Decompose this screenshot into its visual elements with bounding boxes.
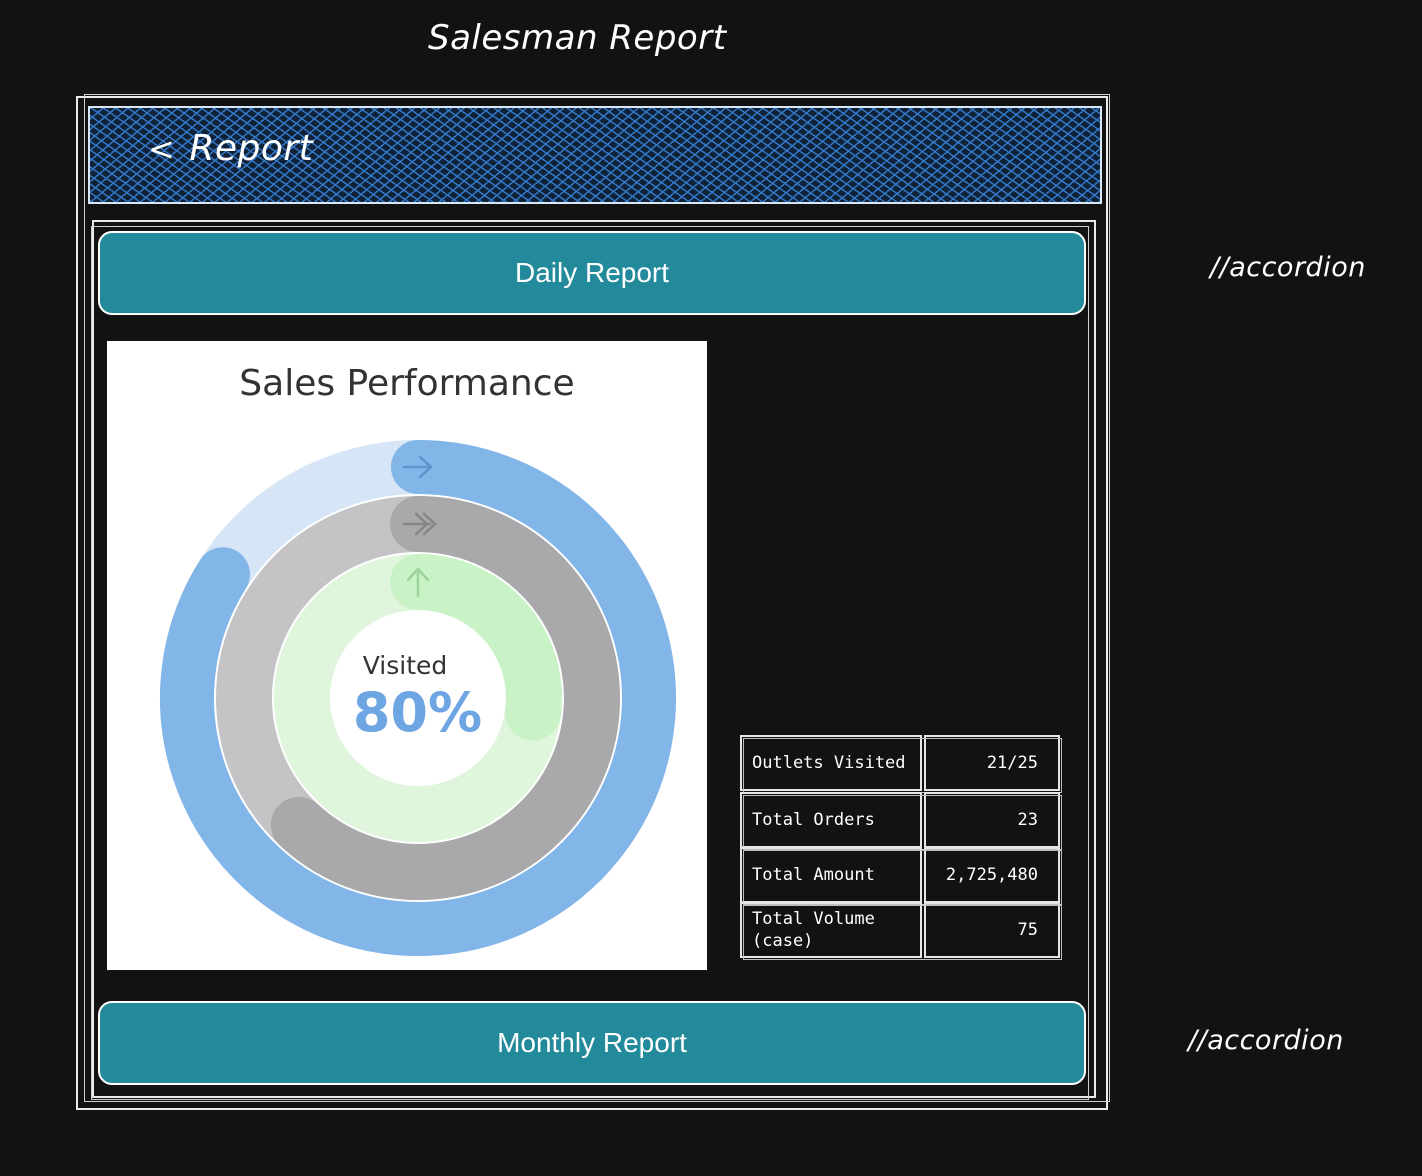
stat-label: Total Volume (case) bbox=[740, 902, 922, 958]
back-button[interactable]: < Report bbox=[148, 128, 313, 169]
daily-accordion-annotation: //accordion bbox=[1210, 252, 1366, 283]
stat-label: Total Amount bbox=[740, 847, 922, 903]
monthly-report-label: Monthly Report bbox=[497, 1027, 687, 1058]
stat-value: 2,725,480 bbox=[924, 847, 1060, 903]
stat-value: 75 bbox=[924, 902, 1060, 958]
chart-title: Sales Performance bbox=[239, 363, 575, 404]
chevron-left-icon: < bbox=[148, 129, 176, 168]
center-value: 80% bbox=[352, 681, 483, 744]
stat-label: Total Orders bbox=[740, 792, 922, 848]
stat-value: 23 bbox=[924, 792, 1060, 848]
monthly-report-accordion[interactable]: Monthly Report bbox=[98, 1001, 1086, 1085]
stat-row: Total Amount 2,725,480 bbox=[740, 847, 1062, 905]
page-title: Salesman Report bbox=[428, 18, 727, 58]
center-label: Visited bbox=[362, 651, 448, 680]
stat-label: Outlets Visited bbox=[740, 735, 922, 791]
daily-report-label: Daily Report bbox=[514, 257, 670, 288]
stat-row: Total Volume (case) 75 bbox=[740, 902, 1062, 960]
sales-performance-chart: Sales Performance Visited 80% bbox=[107, 341, 707, 970]
stat-row: Outlets Visited 21/25 bbox=[740, 735, 1062, 793]
monthly-accordion-annotation: //accordion bbox=[1188, 1025, 1344, 1056]
stat-row: Total Orders 23 bbox=[740, 792, 1062, 850]
daily-report-accordion[interactable]: Daily Report bbox=[98, 231, 1086, 315]
stat-value: 21/25 bbox=[924, 735, 1060, 791]
back-label: Report bbox=[189, 128, 314, 169]
